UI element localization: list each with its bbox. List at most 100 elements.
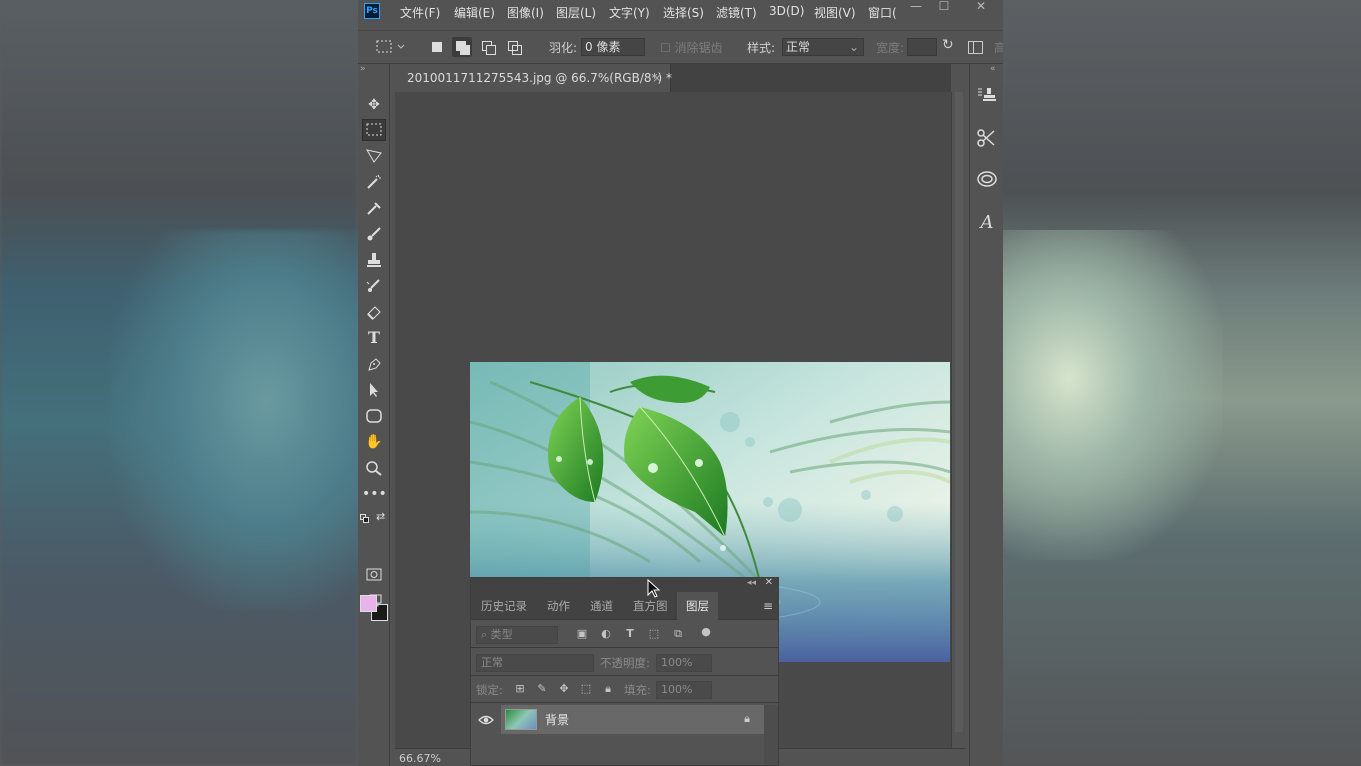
new-selection-icon[interactable] bbox=[427, 37, 447, 57]
blurred-background-left bbox=[0, 0, 370, 766]
menu-bar: Ps 文件(F) 编辑(E) 图像(I) 图层(L) 文字(Y) 选择(S) 滤… bbox=[358, 0, 1003, 24]
tab-actions[interactable]: 动作 bbox=[547, 592, 570, 620]
history-brush-icon[interactable] bbox=[362, 275, 386, 297]
layer-filter-select[interactable]: ⌕ 类型 bbox=[476, 626, 558, 644]
filter-toggle-icon[interactable]: ● bbox=[699, 625, 713, 639]
menu-3d[interactable]: 3D(D) bbox=[769, 4, 804, 18]
blurred-background-right bbox=[1003, 0, 1361, 766]
foreground-color-swatch[interactable] bbox=[360, 595, 377, 612]
tab-channels[interactable]: 通道 bbox=[590, 592, 613, 620]
menu-window[interactable]: 窗口( bbox=[868, 4, 906, 21]
layers-scrollbar[interactable] bbox=[764, 705, 778, 765]
pen-icon[interactable] bbox=[362, 353, 386, 375]
close-window-icon[interactable]: ✕ bbox=[970, 0, 992, 14]
swap-icon[interactable]: ↻ bbox=[942, 37, 954, 53]
style-select[interactable]: 正常 ⌄ bbox=[782, 38, 864, 56]
marquee-preset-icon[interactable] bbox=[376, 39, 406, 58]
eraser-icon[interactable] bbox=[362, 301, 386, 323]
hand-icon[interactable]: ✋ bbox=[362, 431, 386, 453]
style-label: 样式: bbox=[747, 41, 776, 55]
antialias-checkbox[interactable]: ☐ 消除锯齿 bbox=[660, 39, 723, 56]
right-panel-dock: « A bbox=[969, 64, 1003, 766]
eyedropper-icon[interactable] bbox=[362, 197, 386, 219]
intersect-selection-icon[interactable] bbox=[504, 37, 524, 57]
more-tools-icon[interactable]: ••• bbox=[362, 483, 387, 505]
path-select-icon[interactable] bbox=[362, 379, 386, 401]
menu-image[interactable]: 图像(I) bbox=[507, 4, 544, 21]
lock-transparent-icon[interactable]: ⊞ bbox=[513, 682, 527, 696]
layer-lock-icon: 🔒︎ bbox=[744, 712, 750, 725]
swap-colors-icon[interactable]: ⇄ bbox=[376, 510, 385, 523]
type-icon[interactable]: T bbox=[362, 327, 386, 349]
blend-row: 正常 不透明度: 100% bbox=[471, 649, 778, 676]
marquee-icon[interactable] bbox=[362, 119, 386, 141]
feather-input[interactable]: 0 像素 bbox=[581, 38, 645, 56]
fill-input[interactable]: 100% bbox=[656, 681, 712, 699]
width-label: 宽度: bbox=[876, 41, 905, 55]
shape-icon[interactable] bbox=[362, 405, 386, 427]
brush-icon[interactable] bbox=[362, 223, 386, 245]
zoom-level[interactable]: 66.67% bbox=[399, 752, 441, 765]
options-bar: 羽化: 0 像素 ☐ 消除锯齿 样式: 正常 ⌄ 宽度: ↻ 高 bbox=[358, 30, 1003, 64]
toolbar: » ✥ T ✋ ••• ⇄ bbox=[358, 64, 390, 766]
width-input[interactable] bbox=[907, 38, 937, 56]
menu-view[interactable]: 视图(V) bbox=[814, 4, 856, 21]
menu-select[interactable]: 选择(S) bbox=[663, 4, 704, 21]
document-tab-bar: 2010011711275543.jpg @ 66.7%(RGB/8*) * × bbox=[395, 64, 951, 92]
layer-visibility-toggle[interactable] bbox=[471, 705, 501, 734]
filter-smart-object-icon[interactable]: ⧉ bbox=[671, 627, 685, 641]
menu-layer[interactable]: 图层(L) bbox=[556, 4, 596, 21]
collapse-dock-icon[interactable]: « bbox=[990, 64, 996, 74]
move-icon[interactable]: ✥ bbox=[362, 94, 386, 116]
filter-adjustment-icon[interactable]: ◐ bbox=[599, 627, 613, 641]
fill-label: 填充: bbox=[624, 683, 651, 697]
add-selection-icon[interactable] bbox=[452, 37, 472, 57]
character-icon[interactable]: A bbox=[974, 210, 1000, 236]
vertical-scrollbar[interactable] bbox=[951, 92, 965, 748]
menu-edit[interactable]: 编辑(E) bbox=[454, 4, 495, 21]
menu-filter[interactable]: 滤镜(T) bbox=[716, 4, 757, 21]
feather-label: 羽化: bbox=[549, 41, 578, 55]
tab-history[interactable]: 历史记录 bbox=[481, 592, 527, 620]
lock-all-icon[interactable]: 🔒︎ bbox=[601, 682, 615, 696]
panel-menu-icon[interactable]: ≡ bbox=[763, 599, 773, 613]
properties-icon[interactable] bbox=[974, 86, 1000, 112]
subtract-selection-icon[interactable] bbox=[478, 37, 498, 57]
close-panel-icon[interactable]: ✕ bbox=[765, 577, 773, 588]
ps-logo: Ps bbox=[364, 3, 380, 19]
close-tab-icon[interactable]: × bbox=[652, 64, 662, 92]
tool-presets-icon[interactable] bbox=[974, 128, 1000, 154]
height-label-partial: 高 bbox=[994, 41, 1003, 55]
photoshop-window: Ps 文件(F) 编辑(E) 图像(I) 图层(L) 文字(Y) 选择(S) 滤… bbox=[358, 0, 1003, 766]
tab-layers[interactable]: 图层 bbox=[677, 592, 718, 620]
minimize-icon[interactable]: — bbox=[905, 0, 927, 14]
collapse-tools-icon[interactable]: » bbox=[360, 64, 366, 74]
lock-row: 锁定: ⊞ ✎ ✥ ⬚ 🔒︎ 填充: 100% bbox=[471, 676, 778, 703]
layer-row[interactable]: 背景 🔒︎ bbox=[501, 705, 764, 734]
quick-mask-icon[interactable] bbox=[362, 565, 386, 587]
stamp-icon[interactable] bbox=[362, 249, 386, 271]
maximize-icon[interactable]: ☐ bbox=[933, 0, 955, 14]
opacity-input[interactable]: 100% bbox=[656, 654, 712, 672]
lock-pixels-icon[interactable]: ✎ bbox=[535, 682, 549, 696]
document-tab[interactable]: 2010011711275543.jpg @ 66.7%(RGB/8*) * × bbox=[395, 64, 672, 92]
collapse-panel-icon[interactable]: ◂◂ bbox=[747, 578, 756, 588]
libraries-icon[interactable] bbox=[974, 169, 1000, 195]
layer-thumbnail bbox=[505, 709, 537, 730]
magic-wand-icon[interactable] bbox=[362, 171, 386, 193]
lasso-icon[interactable] bbox=[362, 145, 386, 167]
filter-type-icon[interactable]: T bbox=[623, 627, 637, 641]
layer-name[interactable]: 背景 bbox=[545, 711, 569, 728]
panel-tabs: 历史记录 动作 通道 直方图 图层 ≡ bbox=[471, 592, 778, 620]
filter-shape-icon[interactable]: ⬚ bbox=[647, 627, 661, 641]
lock-artboard-icon[interactable]: ⬚ bbox=[579, 682, 593, 696]
default-colors-icon[interactable] bbox=[360, 514, 370, 524]
layer-filter-row: ⌕ 类型 ▣ ◐ T ⬚ ⧉ ● bbox=[471, 621, 778, 648]
blend-mode-select[interactable]: 正常 bbox=[476, 654, 594, 672]
menu-type[interactable]: 文字(Y) bbox=[609, 4, 650, 21]
refine-edge-icon[interactable] bbox=[968, 41, 983, 54]
lock-position-icon[interactable]: ✥ bbox=[557, 682, 571, 696]
zoom-icon[interactable] bbox=[362, 457, 386, 479]
filter-pixel-icon[interactable]: ▣ bbox=[575, 627, 589, 641]
menu-file[interactable]: 文件(F) bbox=[400, 4, 440, 21]
